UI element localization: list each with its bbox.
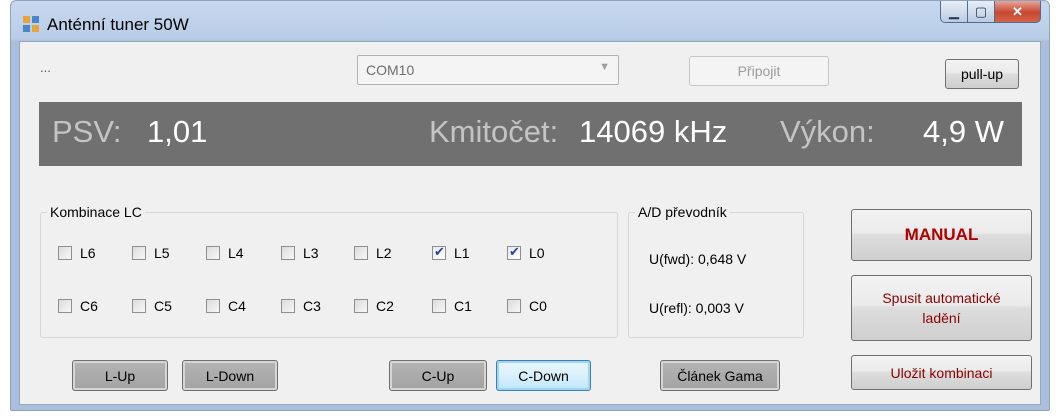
checkbox-box[interactable] — [281, 246, 295, 260]
window-title: Anténní tuner 50W — [47, 15, 189, 34]
psv-value: 1,01 — [147, 114, 208, 149]
readout-panel: PSV: 1,01 Kmitočet: 14069 kHz Výkon: 4,9… — [39, 102, 1022, 166]
inductor-checkbox-l4[interactable]: L4 — [206, 245, 244, 261]
checkbox-box[interactable] — [58, 246, 72, 260]
ad-group-title: A/D převodník — [635, 204, 730, 220]
checkbox-box[interactable] — [507, 299, 521, 313]
checkbox-box[interactable] — [354, 246, 368, 260]
checkbox-label: C1 — [454, 298, 472, 314]
power-label: Výkon: — [780, 114, 875, 149]
close-button[interactable]: ✕ — [995, 1, 1041, 23]
pullup-button[interactable]: pull-up — [945, 59, 1019, 89]
checkbox-label: L1 — [454, 245, 470, 261]
chevron-down-icon: ▼ — [599, 61, 610, 73]
checkbox-box[interactable] — [58, 299, 72, 313]
checkbox-box[interactable] — [132, 299, 146, 313]
c-up-button[interactable]: C-Up — [389, 360, 487, 391]
frequency-label: Kmitočet: — [429, 114, 559, 149]
capacitor-checkbox-c2[interactable]: C2 — [354, 298, 394, 314]
minimize-button[interactable]: ▁ — [940, 1, 968, 23]
inductor-checkbox-l3[interactable]: L3 — [281, 245, 319, 261]
ad-converter-group: A/D převodník U(fwd): 0,648 V U(refl): 0… — [628, 204, 804, 338]
title-bar[interactable]: Anténní tuner 50W ▁ ▢ ✕ — [11, 1, 1049, 41]
checkbox-label: C4 — [228, 298, 246, 314]
minimize-icon: ▁ — [949, 3, 959, 19]
port-select-value: COM10 — [366, 62, 415, 78]
app-icon — [23, 16, 39, 32]
checkbox-label: C6 — [80, 298, 98, 314]
fwd-voltage: U(fwd): 0,648 V — [649, 251, 747, 267]
status-text: ... — [40, 60, 51, 75]
inductor-checkbox-l2[interactable]: L2 — [354, 245, 392, 261]
frequency-value: 14069 kHz — [579, 114, 728, 149]
checkbox-box[interactable] — [432, 299, 446, 313]
checkbox-label: C2 — [376, 298, 394, 314]
checkbox-box[interactable] — [206, 299, 220, 313]
port-select[interactable]: COM10 ▼ — [357, 55, 619, 85]
capacitor-checkbox-c6[interactable]: C6 — [58, 298, 98, 314]
capacitor-checkbox-c1[interactable]: C1 — [432, 298, 472, 314]
inductor-checkbox-l5[interactable]: L5 — [132, 245, 170, 261]
maximize-button[interactable]: ▢ — [968, 1, 995, 23]
checkbox-label: L3 — [303, 245, 319, 261]
checkbox-label: C0 — [529, 298, 547, 314]
checkbox-label: L6 — [80, 245, 96, 261]
inductor-checkbox-l1[interactable]: L1 — [432, 244, 470, 261]
capacitor-checkbox-c4[interactable]: C4 — [206, 298, 246, 314]
capacitor-checkbox-c0[interactable]: C0 — [507, 298, 547, 314]
manual-button[interactable]: MANUAL — [851, 209, 1032, 261]
power-value: 4,9 W — [923, 114, 1004, 149]
refl-voltage: U(refl): 0,003 V — [649, 300, 744, 316]
c-down-button[interactable]: C-Down — [496, 360, 591, 391]
checkbox-label: L0 — [529, 245, 545, 261]
inductor-checkbox-l0[interactable]: L0 — [507, 244, 545, 261]
checkbox-label: L4 — [228, 245, 244, 261]
save-combination-button[interactable]: Uložit kombinaci — [851, 355, 1032, 390]
l-down-button[interactable]: L-Down — [182, 360, 278, 391]
checkbox-box[interactable] — [432, 244, 446, 260]
inductor-checkbox-l6[interactable]: L6 — [58, 245, 96, 261]
checkbox-box[interactable] — [132, 246, 146, 260]
lc-combination-group: Kombinace LC L6 L5 L4 L3 L2 L1 L0 C6 C5 C4 C3 C2 C1 C… — [40, 204, 618, 338]
close-icon: ✕ — [1012, 3, 1023, 19]
client-area: ... COM10 ▼ Připojit pull-up PSV: 1,01 K… — [19, 41, 1041, 405]
connect-button[interactable]: Připojit — [689, 56, 829, 86]
gamma-section-button[interactable]: Článek Gama — [660, 360, 780, 391]
maximize-icon: ▢ — [974, 3, 988, 19]
checkbox-label: L5 — [154, 245, 170, 261]
capacitor-checkbox-c5[interactable]: C5 — [132, 298, 172, 314]
checkbox-label: C3 — [303, 298, 321, 314]
checkbox-box[interactable] — [354, 299, 368, 313]
checkbox-box[interactable] — [206, 246, 220, 260]
app-window: Anténní tuner 50W ▁ ▢ ✕ ... COM10 ▼ Přip… — [10, 0, 1050, 411]
psv-label: PSV: — [52, 114, 122, 149]
auto-tune-button[interactable]: Spusit automatické ladění — [851, 275, 1032, 341]
checkbox-box[interactable] — [507, 244, 521, 260]
lc-group-title: Kombinace LC — [47, 204, 145, 220]
checkbox-label: C5 — [154, 298, 172, 314]
checkbox-box[interactable] — [281, 299, 295, 313]
capacitor-checkbox-c3[interactable]: C3 — [281, 298, 321, 314]
checkbox-label: L2 — [376, 245, 392, 261]
l-up-button[interactable]: L-Up — [72, 360, 168, 391]
